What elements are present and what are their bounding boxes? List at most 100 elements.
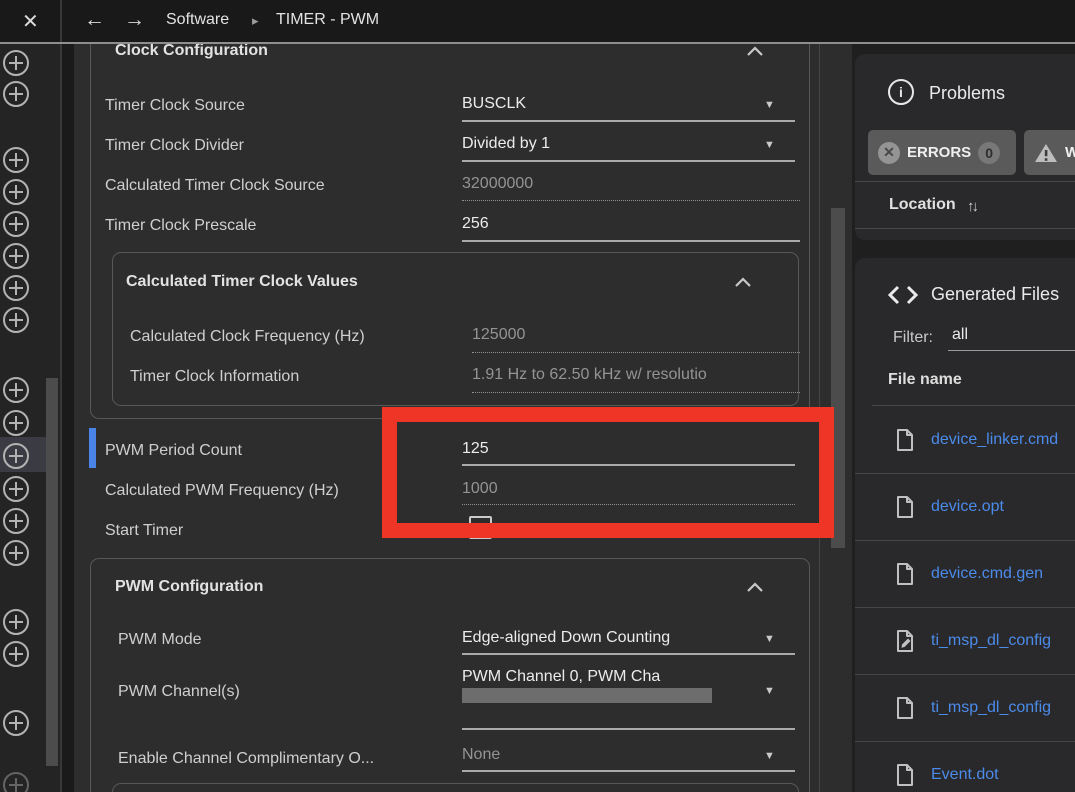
warnings-button-label: WARNINGS <box>1065 144 1075 161</box>
error-circle-x-icon: ✕ <box>878 142 900 164</box>
chevron-down-icon[interactable]: ▼ <box>764 99 775 111</box>
breadcrumb-separator-icon: ▸ <box>252 13 259 29</box>
file-row[interactable]: Event.dot <box>855 741 1075 792</box>
calculated-values-title: Calculated Timer Clock Values <box>126 273 358 291</box>
field-label: Timer Clock Divider <box>105 137 244 155</box>
add-module-icon[interactable] <box>3 641 29 667</box>
pwm-channels-multiselect[interactable]: PWM Channel 0, PWM Cha <box>462 668 724 686</box>
sysconfig-window: ✕ ← → Software ▸ TIMER - PWM Clock <box>0 0 1075 792</box>
add-module-icon[interactable] <box>3 476 29 502</box>
field-label: Calculated Timer Clock Source <box>105 177 325 195</box>
file-link[interactable]: device.opt <box>931 498 1004 516</box>
warnings-filter-button[interactable]: WARNINGS <box>1024 130 1075 175</box>
close-icon[interactable]: ✕ <box>22 9 39 34</box>
filter-input[interactable]: all <box>952 326 968 344</box>
file-link[interactable]: device_linker.cmd <box>931 431 1058 449</box>
timer-clock-information-value: 1.91 Hz to 62.50 kHz w/ resolutio <box>472 366 800 384</box>
divider <box>855 181 1075 182</box>
title-bar: ✕ ← → Software ▸ TIMER - PWM <box>0 0 1075 42</box>
problems-panel-title: Problems <box>929 83 1005 104</box>
errors-filter-button[interactable]: ✕ ERRORS 0 <box>868 130 1016 175</box>
calculated-timer-clock-source-value: 32000000 <box>462 175 533 193</box>
pwm-configuration-title: PWM Configuration <box>115 578 263 596</box>
file-link[interactable]: device.cmd.gen <box>931 565 1043 583</box>
add-module-icon[interactable] <box>3 508 29 534</box>
file-row[interactable]: ti_msp_dl_config <box>855 607 1075 675</box>
field-label: Timer Clock Prescale <box>105 217 256 235</box>
chevron-down-icon[interactable]: ▼ <box>764 750 775 762</box>
file-icon <box>895 763 915 787</box>
add-module-icon[interactable] <box>3 772 29 792</box>
file-row[interactable]: device_linker.cmd <box>855 406 1075 474</box>
field-label: PWM Channel(s) <box>118 683 240 701</box>
file-link[interactable]: Event.dot <box>931 766 999 784</box>
module-sidebar <box>0 44 62 792</box>
field-label: Start Timer <box>105 522 183 540</box>
collapse-chevron-icon[interactable] <box>734 277 752 288</box>
generated-files-title: Generated Files <box>931 284 1059 305</box>
file-icon <box>895 696 915 720</box>
add-module-icon[interactable] <box>3 50 29 76</box>
add-module-icon[interactable] <box>3 275 29 301</box>
add-module-icon[interactable] <box>3 243 29 269</box>
add-module-icon[interactable] <box>3 710 29 736</box>
highlight-annotation-rectangle <box>382 407 834 538</box>
location-column-header[interactable]: Location <box>889 196 956 214</box>
divider <box>855 228 1075 229</box>
add-module-icon[interactable] <box>3 609 29 635</box>
file-row[interactable]: device.opt <box>855 473 1075 541</box>
file-icon <box>895 562 915 586</box>
chevron-down-icon[interactable]: ▼ <box>764 633 775 645</box>
field-underline <box>472 392 800 393</box>
chevron-down-icon[interactable]: ▼ <box>764 685 775 697</box>
field-underline <box>462 653 795 655</box>
add-module-icon[interactable] <box>3 540 29 566</box>
file-edit-icon <box>895 629 915 653</box>
timer-clock-source-dropdown[interactable]: BUSCLK <box>462 95 526 113</box>
pwm-subsection-box <box>112 783 799 792</box>
code-brackets-icon <box>886 285 920 305</box>
filter-label: Filter: <box>893 329 933 347</box>
file-row[interactable]: ti_msp_dl_config <box>855 674 1075 742</box>
field-label: Timer Clock Source <box>105 97 245 115</box>
add-module-icon[interactable] <box>3 307 29 333</box>
field-underline <box>462 770 795 772</box>
field-underline <box>462 160 795 162</box>
collapse-chevron-icon[interactable] <box>746 582 764 593</box>
add-module-icon[interactable] <box>3 211 29 237</box>
forward-arrow-icon[interactable]: → <box>124 8 145 32</box>
timer-clock-prescale-input[interactable]: 256 <box>462 215 489 233</box>
collapse-chevron-icon[interactable] <box>746 46 764 57</box>
add-module-icon[interactable] <box>3 81 29 107</box>
modified-field-accent-bar <box>89 428 96 468</box>
complementary-output-dropdown[interactable]: None <box>462 746 500 764</box>
warning-triangle-icon <box>1034 143 1058 163</box>
filter-underline <box>948 350 1075 351</box>
generated-files-panel: Generated Files Filter: all File name de… <box>855 258 1075 792</box>
breadcrumb-page: TIMER - PWM <box>276 11 379 29</box>
file-name-column-header: File name <box>888 371 962 389</box>
breadcrumb-section[interactable]: Software <box>166 11 229 29</box>
file-link[interactable]: ti_msp_dl_config <box>931 699 1051 717</box>
sidebar-scrollbar-thumb[interactable] <box>46 378 58 766</box>
timer-clock-divider-dropdown[interactable]: Divided by 1 <box>462 135 550 153</box>
add-module-icon[interactable] <box>3 179 29 205</box>
chevron-down-icon[interactable]: ▼ <box>764 139 775 151</box>
back-arrow-icon[interactable]: ← <box>84 8 105 32</box>
file-link[interactable]: ti_msp_dl_config <box>931 632 1051 650</box>
field-underline <box>462 120 795 122</box>
field-label: Enable Channel Complimentary O... <box>118 750 452 768</box>
pwm-mode-dropdown[interactable]: Edge-aligned Down Counting <box>462 629 670 647</box>
field-label: Timer Clock Information <box>130 368 299 386</box>
add-module-icon[interactable] <box>3 147 29 173</box>
add-module-icon-selected[interactable] <box>3 443 29 469</box>
add-module-icon[interactable] <box>3 377 29 403</box>
errors-count-badge: 0 <box>978 142 1000 164</box>
errors-button-label: ERRORS <box>907 144 971 161</box>
add-module-icon[interactable] <box>3 410 29 436</box>
file-row[interactable]: device.cmd.gen <box>855 540 1075 608</box>
sort-arrows-icon[interactable]: ↑↓ <box>967 198 976 215</box>
problems-panel: i Problems ✕ ERRORS 0 WARNINGS Location … <box>855 54 1075 240</box>
field-label: PWM Period Count <box>105 442 242 460</box>
field-underline <box>462 728 795 730</box>
